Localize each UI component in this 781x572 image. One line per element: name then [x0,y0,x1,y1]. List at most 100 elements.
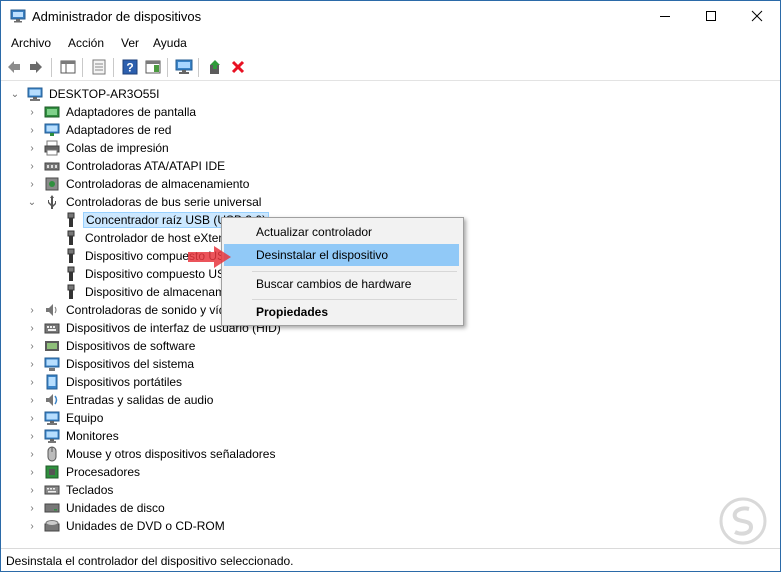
close-icon [751,10,763,22]
action-pane-button[interactable] [144,58,162,76]
tree-category[interactable]: › Dispositivos del sistema [27,355,196,373]
tree-category[interactable]: › Procesadores [27,463,142,481]
help-button[interactable]: ? [121,58,139,76]
collapse-chevron-icon[interactable]: ⌄ [27,197,37,208]
tree-category[interactable]: › Entradas y salidas de audio [27,391,215,409]
uninstall-device-button[interactable] [229,58,247,76]
menu-properties-label: Propiedades [256,305,329,319]
usb-plug-icon [63,284,79,300]
sound-icon [44,302,60,318]
forward-button[interactable] [27,58,45,76]
monitor-icon [44,428,60,444]
tree-category[interactable]: › Teclados [27,481,115,499]
dvd-icon [44,518,60,534]
tree-category[interactable]: › Controladoras de almacenamiento [27,175,251,193]
show-hide-console-tree-button[interactable] [59,58,77,76]
forward-arrow-icon [30,61,42,73]
expand-chevron-icon[interactable]: › [27,431,37,442]
menu-archivo[interactable]: Archivo [11,36,51,50]
tree-category[interactable]: › Controladoras ATA/ATAPI IDE [27,157,227,175]
menu-scan-hardware-label: Buscar cambios de hardware [256,277,412,291]
expand-chevron-icon[interactable]: › [27,323,37,334]
toolbar-separator [167,58,168,77]
expand-chevron-icon[interactable]: › [27,125,37,136]
context-menu: Actualizar controlador Desinstalar el di… [221,217,464,326]
usb-plug-icon [63,212,79,228]
tree-root-label: DESKTOP-AR3O55I [49,87,160,101]
processor-icon [44,464,60,480]
expand-chevron-icon[interactable]: › [27,485,37,496]
menu-ver[interactable]: Ver [121,36,139,50]
watermark-logo-icon [719,497,767,545]
tree-category[interactable]: › Monitores [27,427,121,445]
update-driver-icon [210,60,220,74]
close-button[interactable] [734,1,780,31]
tree-category[interactable]: › Mouse y otros dispositivos señaladores [27,445,277,463]
properties-sheet-button[interactable] [90,58,108,76]
menu-uninstall-device[interactable]: Desinstalar el dispositivo [224,244,459,266]
mouse-icon [44,446,60,462]
maximize-button[interactable] [688,1,734,31]
tree-category[interactable]: › Adaptadores de pantalla [27,103,198,121]
tree-item-label: Controladoras de bus serie universal [66,195,262,209]
properties-sheet-icon [92,59,106,75]
maximize-icon [706,11,716,21]
back-button[interactable] [5,58,23,76]
tree-category[interactable]: ⌄ Controladoras de bus serie universal [27,193,263,211]
tree-category[interactable]: › Colas de impresión [27,139,171,157]
expand-chevron-icon[interactable]: › [27,161,37,172]
tree-item-label: Unidades de disco [66,501,165,515]
tree-category[interactable]: › Adaptadores de red [27,121,173,139]
tree-category[interactable]: › Unidades de disco [27,499,167,517]
tree-category[interactable]: › Controladoras de sonido y vídeo [27,301,241,319]
expand-chevron-icon[interactable]: › [27,107,37,118]
menu-bar: Archivo Acción Ver Ayuda [1,32,780,54]
menu-accion[interactable]: Acción [68,36,104,50]
expand-chevron-icon[interactable]: › [27,341,37,352]
tree-category[interactable]: › Dispositivos de software [27,337,197,355]
minimize-button[interactable] [642,1,688,31]
tree-category[interactable]: › Unidades de DVD o CD-ROM [27,517,227,535]
display-adapter-icon [44,104,60,120]
scan-hardware-button[interactable] [175,58,193,76]
menu-uninstall-device-label: Desinstalar el dispositivo [256,248,389,262]
toolbar-separator [113,58,114,77]
menu-separator [252,271,457,272]
expand-chevron-icon[interactable]: › [27,359,37,370]
tree-item-label: Equipo [66,411,104,425]
usb-plug-icon [63,248,79,264]
menu-properties[interactable]: Propiedades [224,301,459,323]
toolbar-separator [82,58,83,77]
expand-chevron-icon[interactable]: › [27,467,37,478]
window-title: Administrador de dispositivos [32,9,202,24]
tree-category[interactable]: › Dispositivos portátiles [27,373,184,391]
expand-chevron-icon[interactable]: › [27,395,37,406]
device-manager-app-icon [10,9,26,23]
expand-chevron-icon[interactable]: › [27,449,37,460]
expand-chevron-icon[interactable]: › [27,179,37,190]
update-driver-button[interactable] [206,58,224,76]
menu-ayuda[interactable]: Ayuda [153,36,187,50]
expand-chevron-icon[interactable]: › [27,143,37,154]
expand-chevron-icon[interactable]: › [27,377,37,388]
menu-update-driver-label: Actualizar controlador [256,225,373,239]
expand-chevron-icon[interactable]: › [27,413,37,424]
console-tree-icon [60,60,76,74]
print-queue-icon [44,140,60,156]
expand-chevron-icon[interactable]: › [27,503,37,514]
tree-item-label: Controladoras ATA/ATAPI IDE [66,159,226,173]
tree-root[interactable]: ⌄ DESKTOP-AR3O55I [10,85,161,103]
menu-scan-hardware[interactable]: Buscar cambios de hardware [224,273,459,295]
tree-item-label: Adaptadores de red [66,123,172,137]
title-bar[interactable]: Administrador de dispositivos [1,1,780,32]
expand-chevron-icon[interactable]: › [27,521,37,532]
network-adapter-icon [44,122,60,138]
keyboard-icon [44,482,60,498]
toolbar: ? [1,54,780,81]
expand-chevron-icon[interactable]: › [27,305,37,316]
collapse-chevron-icon[interactable]: ⌄ [10,89,20,100]
tree-category[interactable]: › Equipo [27,409,105,427]
minimize-icon [660,16,670,17]
menu-update-driver[interactable]: Actualizar controlador [224,221,459,243]
